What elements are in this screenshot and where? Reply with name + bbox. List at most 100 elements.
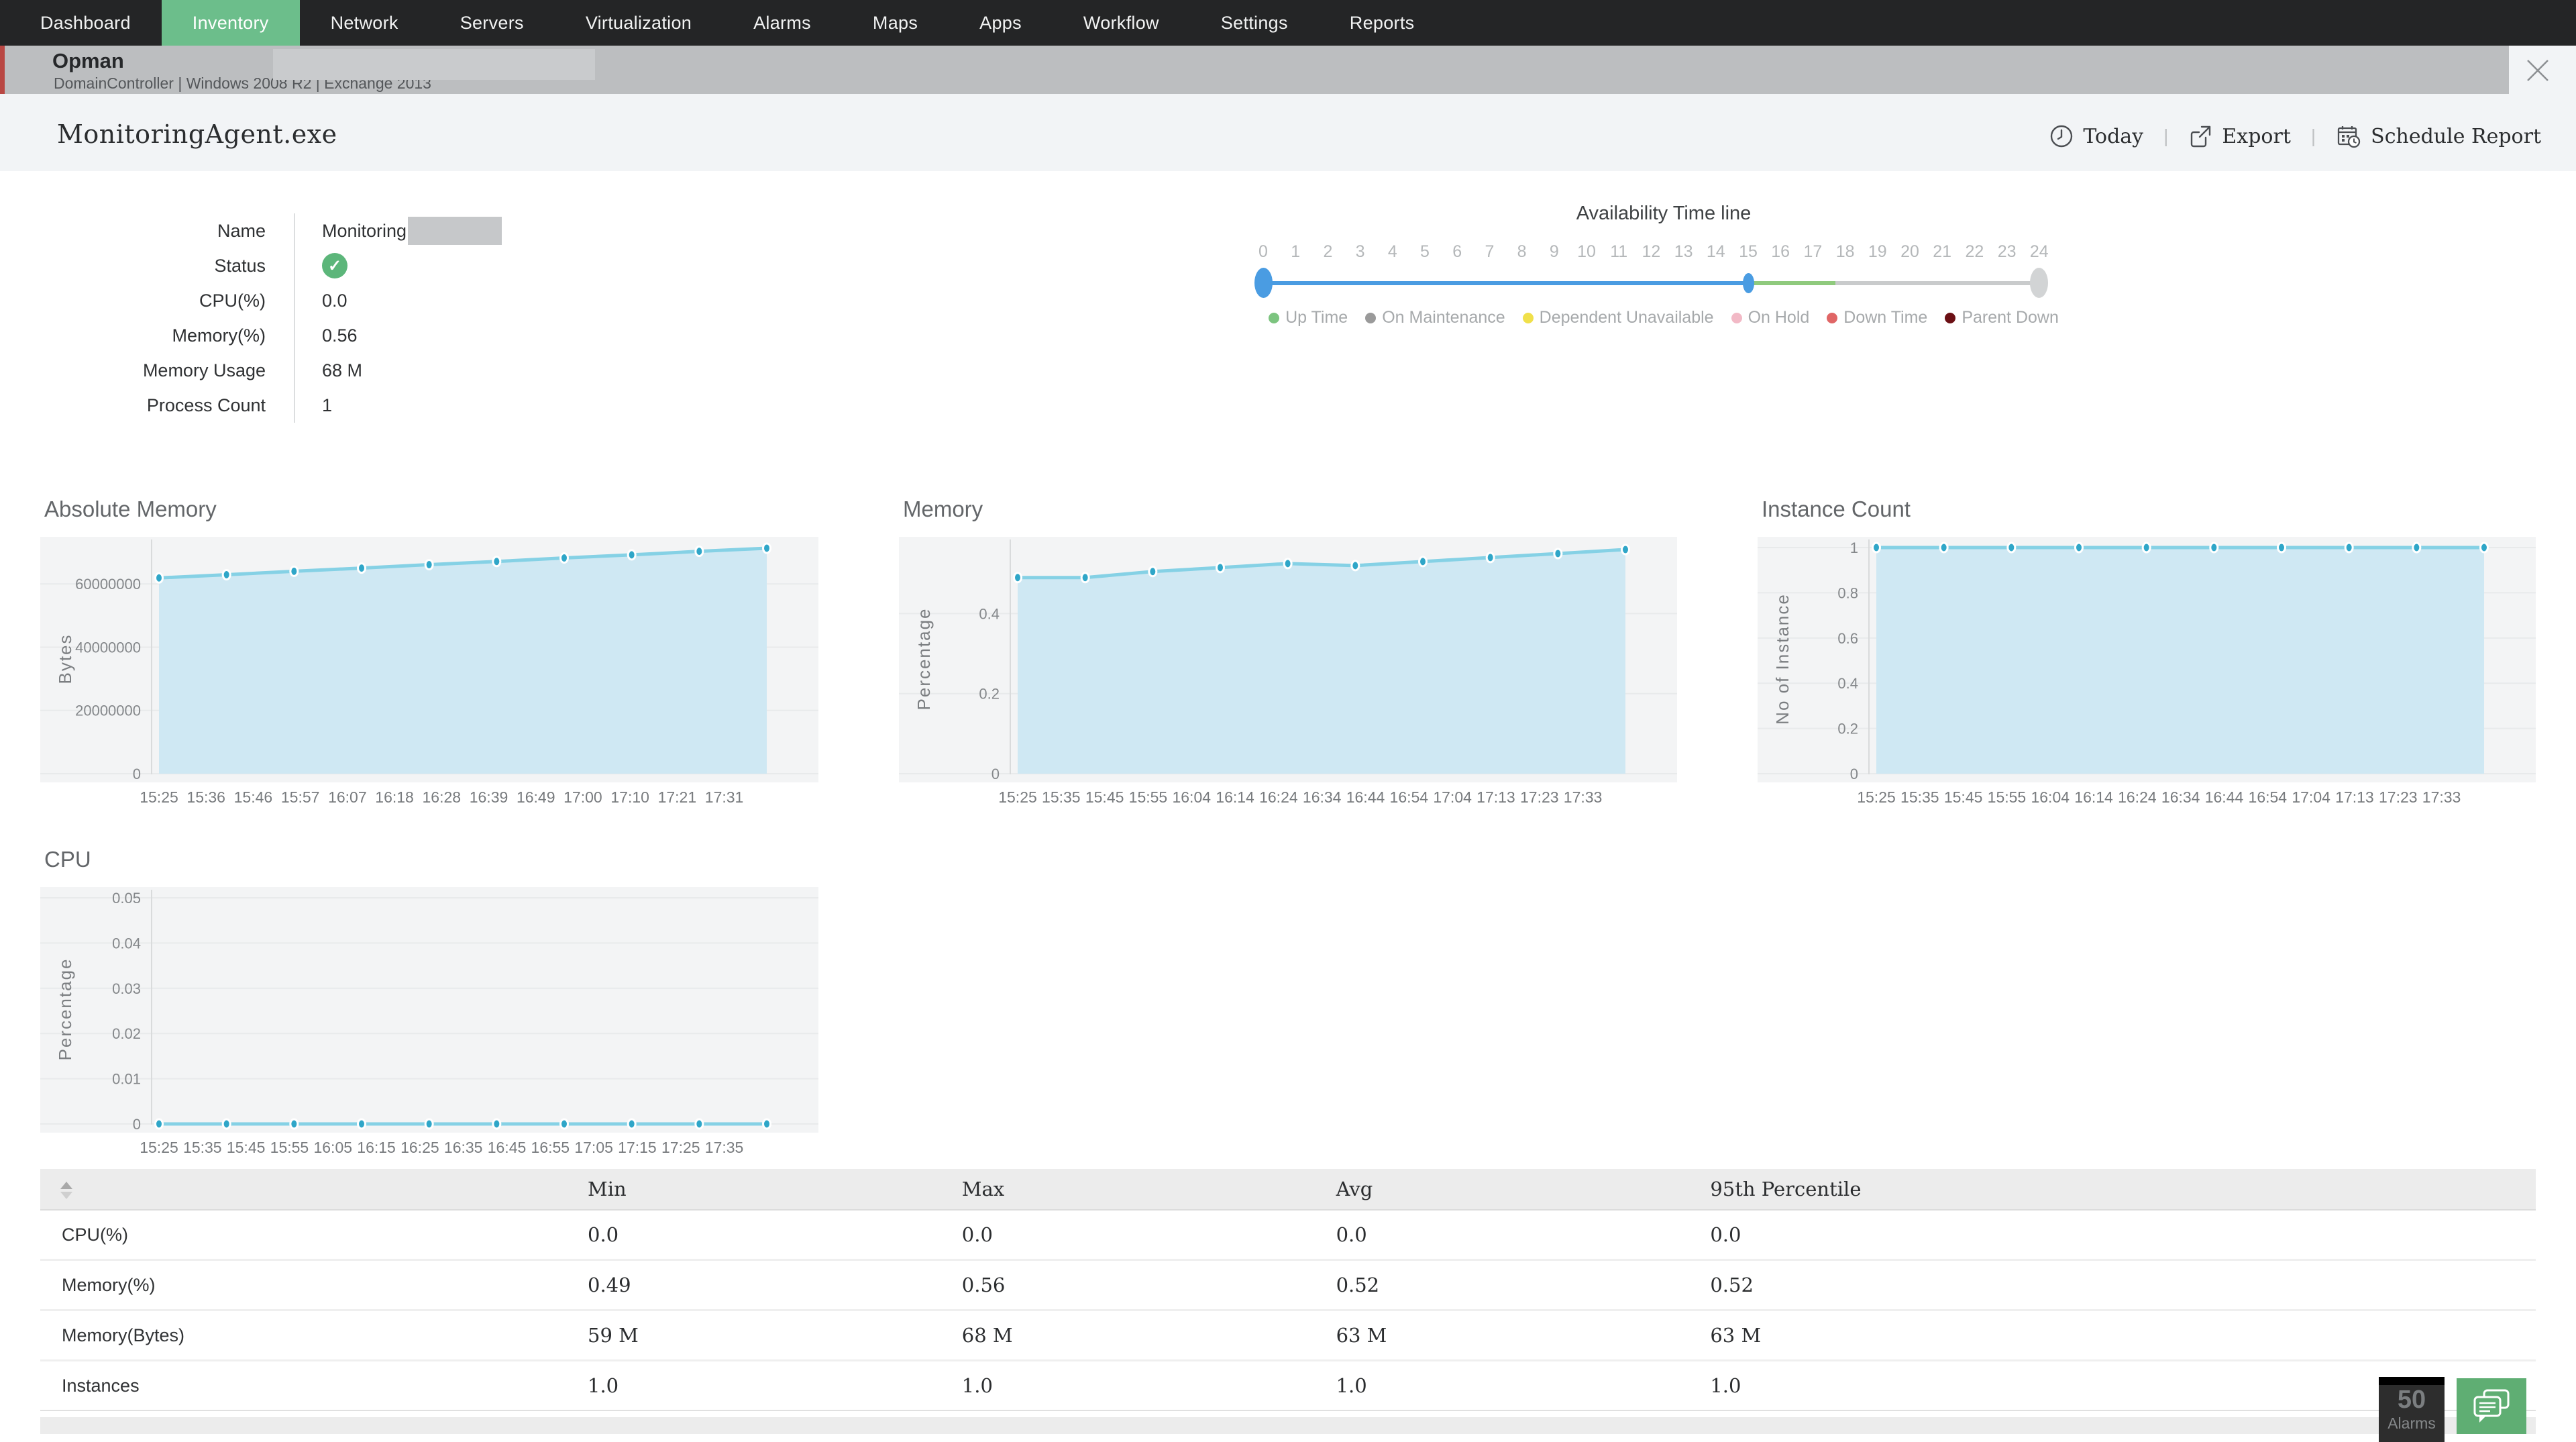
chart-title: Memory: [903, 497, 983, 522]
svg-text:15:25: 15:25: [1857, 788, 1896, 806]
svg-text:16:04: 16:04: [2031, 788, 2070, 806]
legend-dot: [1365, 313, 1376, 323]
svg-text:0: 0: [1850, 766, 1858, 782]
legend-item: On Hold: [1731, 308, 1810, 327]
svg-text:15:35: 15:35: [1042, 788, 1081, 806]
svg-text:17:25: 17:25: [661, 1139, 700, 1156]
chat-button[interactable]: [2457, 1378, 2526, 1434]
slider-handle-axis-end[interactable]: [2030, 268, 2048, 298]
calendar-clock-icon: [2336, 123, 2361, 149]
svg-text:15:45: 15:45: [1944, 788, 1983, 806]
svg-text:17:05: 17:05: [574, 1139, 613, 1156]
nav-item-virtualization[interactable]: Virtualization: [555, 0, 722, 46]
svg-text:16:24: 16:24: [2118, 788, 2157, 806]
info-value-memory-: 0.56: [294, 318, 669, 353]
nav-item-dashboard[interactable]: Dashboard: [9, 0, 162, 46]
chart-title: Instance Count: [1762, 497, 1911, 522]
alarms-label: Alarms: [2379, 1414, 2445, 1433]
svg-text:17:04: 17:04: [1433, 788, 1472, 806]
remaining-segment: [1835, 281, 2039, 285]
legend-dot: [1731, 313, 1742, 323]
selected-range-segment: [1263, 281, 1748, 285]
info-value-name: Monitoring: [294, 213, 669, 248]
column-header-min[interactable]: Min: [561, 1169, 935, 1211]
export-label: Export: [2222, 125, 2290, 148]
uptime-segment: [1748, 281, 1835, 285]
nav-item-alarms[interactable]: Alarms: [722, 0, 842, 46]
nav-item-network[interactable]: Network: [300, 0, 429, 46]
today-button[interactable]: Today: [2049, 124, 2143, 148]
svg-text:15:45: 15:45: [227, 1139, 266, 1156]
timeline-slider[interactable]: [1228, 268, 2100, 299]
svg-text:16:07: 16:07: [328, 788, 367, 806]
alarms-widget[interactable]: 50 Alarms: [2379, 1377, 2445, 1442]
svg-text:15:25: 15:25: [140, 1139, 178, 1156]
svg-text:15:35: 15:35: [183, 1139, 222, 1156]
metric-value: 0.56: [935, 1261, 1309, 1311]
svg-text:17:13: 17:13: [1477, 788, 1515, 806]
info-label: Memory(%): [40, 318, 294, 353]
svg-text:16:28: 16:28: [423, 788, 462, 806]
svg-text:Percentage: Percentage: [55, 958, 75, 1061]
svg-text:15:46: 15:46: [234, 788, 273, 806]
nav-item-maps[interactable]: Maps: [842, 0, 949, 46]
export-button[interactable]: Export: [2188, 124, 2290, 148]
nav-item-apps[interactable]: Apps: [949, 0, 1053, 46]
legend-item: Dependent Unavailable: [1523, 308, 1714, 327]
slider-handle-end[interactable]: [1743, 273, 1754, 293]
svg-text:16:05: 16:05: [313, 1139, 352, 1156]
svg-text:40000000: 40000000: [75, 639, 141, 656]
chart-title: Absolute Memory: [44, 497, 217, 522]
redacted-blur: [273, 49, 595, 80]
timeline-hour-ticks: 0123456789101112131415161718192021222324: [1228, 242, 2100, 265]
nav-item-settings[interactable]: Settings: [1190, 0, 1319, 46]
svg-text:0.4: 0.4: [1837, 675, 1858, 692]
column-header-avg[interactable]: Avg: [1309, 1169, 1684, 1211]
nav-item-workflow[interactable]: Workflow: [1053, 0, 1190, 46]
svg-text:15:57: 15:57: [281, 788, 320, 806]
legend-label: Parent Down: [1962, 308, 2059, 327]
metric-label: Memory(Bytes): [40, 1311, 561, 1361]
column-header-max[interactable]: Max: [935, 1169, 1309, 1211]
metric-label: Instances: [40, 1361, 561, 1411]
svg-text:17:21: 17:21: [658, 788, 697, 806]
svg-text:0: 0: [133, 766, 141, 782]
svg-text:17:31: 17:31: [705, 788, 744, 806]
slider-handle-start[interactable]: [1254, 268, 1273, 298]
area-chart: 00.20.40.60.8115:2515:3515:4515:5516:041…: [1758, 535, 2536, 817]
svg-text:16:39: 16:39: [470, 788, 508, 806]
metric-value: 1.0: [935, 1361, 1309, 1411]
status-up-icon: ✓: [322, 253, 347, 278]
svg-text:15:25: 15:25: [140, 788, 178, 806]
svg-text:0.02: 0.02: [112, 1025, 141, 1042]
metric-value: 0.0: [935, 1211, 1309, 1261]
metric-value: 63 M: [1309, 1311, 1684, 1361]
table-row: Memory(%)0.490.560.520.52: [40, 1261, 2536, 1311]
timeline-title: Availability Time line: [1228, 203, 2100, 225]
svg-text:0.2: 0.2: [1837, 721, 1858, 737]
svg-text:16:54: 16:54: [1390, 788, 1429, 806]
action-separator: |: [2163, 125, 2168, 147]
svg-text:No of Instance: No of Instance: [1772, 593, 1792, 725]
info-value-cpu-: 0.0: [294, 283, 669, 318]
area-chart: 00.010.020.030.040.0515:2515:3515:4515:5…: [40, 886, 818, 1168]
info-label: CPU(%): [40, 283, 294, 318]
schedule-report-button[interactable]: Schedule Report: [2336, 123, 2541, 149]
nav-item-reports[interactable]: Reports: [1319, 0, 1446, 46]
nav-item-inventory[interactable]: Inventory: [162, 0, 300, 46]
svg-text:16:25: 16:25: [400, 1139, 439, 1156]
legend-label: Down Time: [1843, 308, 1927, 327]
area-chart: 00.20.415:2515:3515:4515:5516:0416:1416:…: [899, 535, 1677, 817]
header-row: MinMaxAvg95th Percentile: [40, 1169, 2536, 1211]
sort-column-header[interactable]: [40, 1169, 561, 1211]
metric-value: 59 M: [561, 1311, 935, 1361]
svg-text:16:34: 16:34: [1303, 788, 1342, 806]
svg-text:0: 0: [133, 1116, 141, 1133]
table-row: Memory(Bytes)59 M68 M63 M63 M: [40, 1311, 2536, 1361]
next-section-header: [40, 1417, 2536, 1434]
svg-text:15:55: 15:55: [270, 1139, 309, 1156]
nav-item-servers[interactable]: Servers: [429, 0, 555, 46]
svg-text:0.2: 0.2: [979, 686, 1000, 703]
column-header-95th-percentile[interactable]: 95th Percentile: [1683, 1169, 2536, 1211]
close-icon[interactable]: [2522, 55, 2553, 86]
